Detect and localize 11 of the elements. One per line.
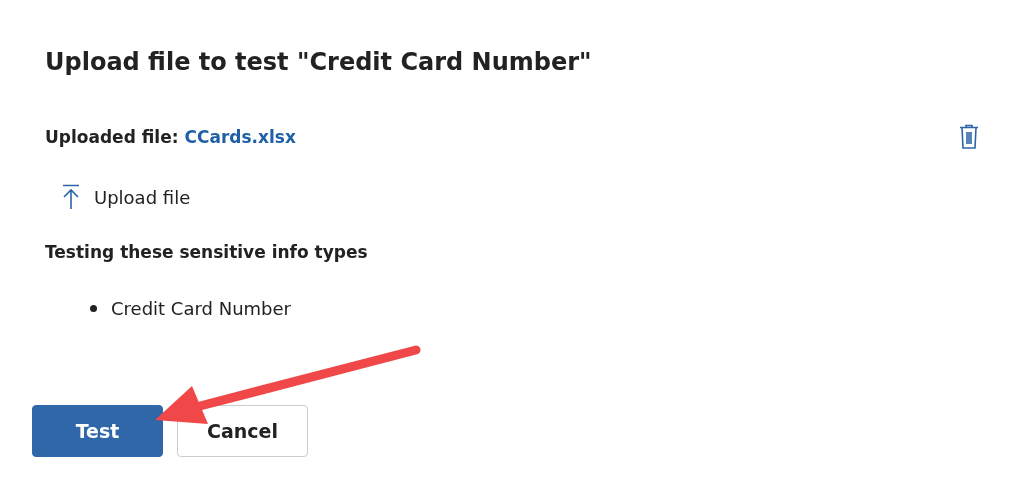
bullet-icon (90, 305, 97, 312)
upload-icon (62, 184, 80, 210)
dialog-title: Upload file to test "Credit Card Number" (45, 48, 593, 76)
upload-file-button[interactable]: Upload file (62, 184, 191, 210)
uploaded-file-label: Uploaded file: (45, 127, 179, 147)
file-link[interactable]: CCards.xlsx (184, 127, 296, 147)
info-type-item: Credit Card Number (111, 298, 291, 319)
delete-icon[interactable] (959, 124, 979, 150)
section-heading: Testing these sensitive info types (45, 242, 369, 262)
cancel-button[interactable]: Cancel (177, 405, 308, 457)
test-button[interactable]: Test (32, 405, 163, 457)
